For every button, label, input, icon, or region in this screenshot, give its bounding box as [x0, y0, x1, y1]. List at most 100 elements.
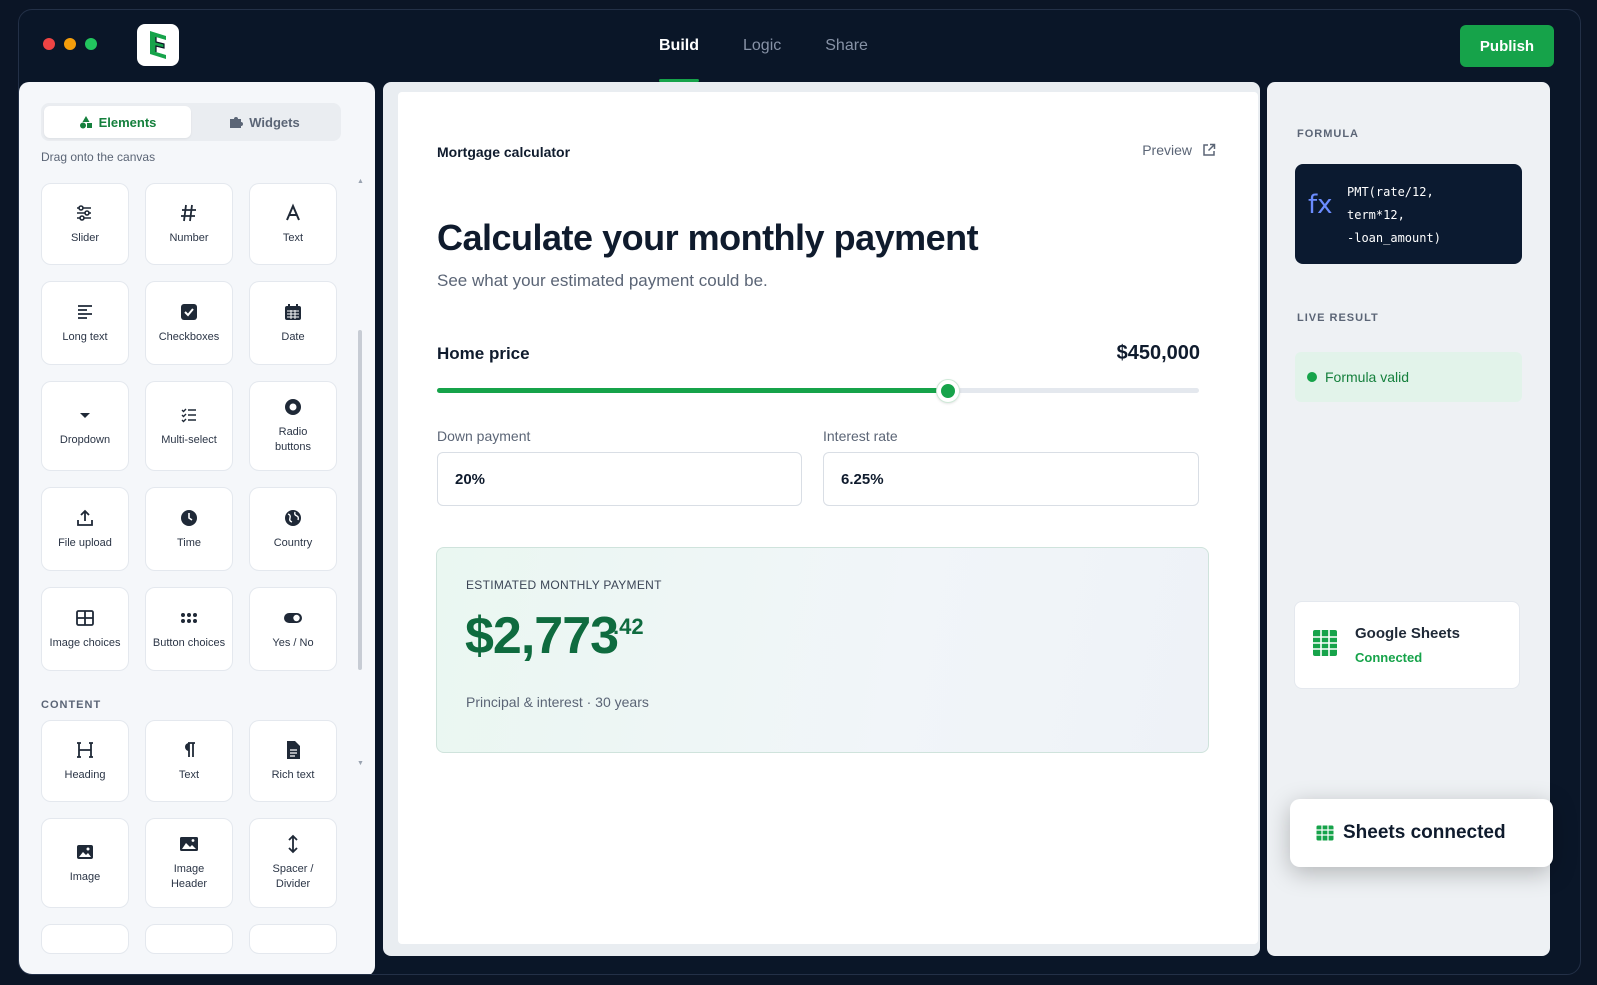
form-name: Mortgage calculator: [437, 144, 571, 160]
element-tile-radio-buttons[interactable]: Radio buttons: [249, 381, 337, 471]
live-result-heading: LIVE RESULT: [1297, 312, 1379, 324]
integration-status: Connected: [1355, 650, 1423, 665]
element-tile-heading[interactable]: Heading: [41, 720, 129, 802]
element-tile-label: Time: [176, 536, 202, 549]
slider-thumb[interactable]: [936, 380, 959, 402]
minimize-window-dot[interactable]: [64, 38, 76, 50]
tab-build[interactable]: Build: [659, 10, 699, 82]
element-tile-multi-select[interactable]: Multi-select: [145, 381, 233, 471]
drag-hint: Drag onto the canvas: [41, 150, 156, 164]
element-tile-label: Spacer / Divider: [272, 863, 314, 890]
logo-icon: [150, 31, 166, 59]
image-header-icon: [179, 834, 199, 854]
element-tile-dropdown[interactable]: Dropdown: [41, 381, 129, 471]
element-tile-label: Button choices: [152, 636, 226, 649]
tab-logic[interactable]: Logic: [743, 10, 781, 82]
element-tile-partial[interactable]: [41, 924, 129, 954]
element-tile-label: Dropdown: [59, 433, 111, 446]
element-tile-label: Number: [169, 231, 209, 244]
scrollbar-thumb[interactable]: [358, 330, 362, 670]
element-tile-label: Radio buttons: [274, 426, 312, 453]
formula-editor[interactable]: fx PMT(rate/12, term*12, -loan_amount): [1295, 164, 1522, 264]
element-tile-text[interactable]: Text: [145, 720, 233, 802]
canvas-area: Mortgage calculator Preview Calculate yo…: [383, 82, 1260, 956]
list-check-icon: [179, 405, 199, 425]
segment-widgets-label: Widgets: [249, 114, 300, 130]
pilcrow-icon: [179, 740, 199, 760]
element-tile-text[interactable]: Text: [249, 183, 337, 265]
element-tile-slider[interactable]: Slider: [41, 183, 129, 265]
element-tile-country[interactable]: Country: [249, 487, 337, 571]
element-tile-image-choices[interactable]: Image choices: [41, 587, 129, 671]
element-tile-label: Multi-select: [161, 433, 217, 446]
spreadsheet-icon: [1316, 825, 1334, 841]
scroll-down-arrow-icon[interactable]: ▼: [357, 760, 364, 767]
result-cents: .42: [613, 614, 644, 639]
element-tile-label: File upload: [58, 536, 112, 549]
fx-icon: fx: [1308, 190, 1333, 220]
elements-sidebar: Elements Widgets Drag onto the canvas Sl…: [19, 82, 375, 974]
element-tile-label: Country: [273, 536, 313, 549]
formula-code[interactable]: PMT(rate/12, term*12, -loan_amount): [1347, 181, 1441, 250]
element-tile-label: Image: [69, 870, 101, 883]
radio-icon: [283, 397, 303, 417]
formula-heading: FORMULA: [1297, 128, 1359, 140]
form-canvas: Mortgage calculator Preview Calculate yo…: [398, 92, 1258, 944]
scroll-up-arrow-icon[interactable]: ▲: [357, 178, 364, 185]
segment-elements-label: Elements: [98, 114, 157, 130]
element-tile-label: Yes / No: [272, 636, 314, 649]
element-tile-image[interactable]: Image: [41, 818, 129, 908]
element-tile-label: Rich text: [271, 768, 315, 781]
close-window-dot[interactable]: [43, 38, 55, 50]
segment-elements[interactable]: Elements: [44, 106, 191, 138]
home-price-slider[interactable]: [437, 380, 1199, 402]
home-price-label: Home price: [437, 344, 530, 363]
element-tile-checkboxes[interactable]: Checkboxes: [145, 281, 233, 365]
element-tile-rich-text[interactable]: Rich text: [249, 720, 337, 802]
element-tile-label: Slider: [70, 231, 100, 244]
segment-widgets[interactable]: Widgets: [191, 106, 338, 138]
result-card: ESTIMATED MONTHLY PAYMENT $2,773 .42 Pri…: [436, 547, 1209, 753]
checkbox-icon: [179, 302, 199, 322]
letter-a-icon: [283, 202, 303, 223]
window-controls: [43, 38, 97, 50]
element-tile-label: Date: [281, 330, 305, 343]
element-tile-label: Heading: [64, 768, 106, 781]
down-payment-input[interactable]: 20%: [437, 452, 802, 506]
element-tile-image-header[interactable]: Image Header: [145, 818, 233, 908]
result-amount: $2,773: [465, 607, 619, 665]
google-sheets-integration-card[interactable]: Google Sheets Connected: [1294, 601, 1520, 689]
publish-button[interactable]: Publish: [1460, 25, 1554, 67]
hash-icon: [179, 203, 199, 223]
app-logo[interactable]: [137, 24, 179, 66]
element-tile-label: Image choices: [49, 636, 121, 649]
calendar-icon: [283, 302, 303, 322]
tab-share[interactable]: Share: [825, 10, 868, 82]
home-price-value: $450,000: [1116, 342, 1200, 364]
main-tabs: Build Logic Share: [659, 10, 868, 82]
element-tile-partial[interactable]: [249, 924, 337, 954]
interest-rate-input[interactable]: 6.25%: [823, 452, 1199, 506]
interest-rate-label: Interest rate: [823, 428, 898, 444]
element-tile-button-choices[interactable]: Button choices: [145, 587, 233, 671]
element-tile-number[interactable]: Number: [145, 183, 233, 265]
element-tile-file-upload[interactable]: File upload: [41, 487, 129, 571]
maximize-window-dot[interactable]: [85, 38, 97, 50]
result-label: ESTIMATED MONTHLY PAYMENT: [466, 578, 662, 592]
align-left-icon: [75, 302, 95, 322]
element-tile-time[interactable]: Time: [145, 487, 233, 571]
element-tile-yes-no[interactable]: Yes / No: [249, 587, 337, 671]
preview-link[interactable]: Preview: [1142, 142, 1216, 158]
clock-icon: [179, 508, 199, 528]
element-tile-spacer-divider[interactable]: Spacer / Divider: [249, 818, 337, 908]
element-tile-long-text[interactable]: Long text: [41, 281, 129, 365]
sheets-connected-toast: Sheets connected: [1290, 799, 1553, 867]
formula-valid-label: Formula valid: [1325, 369, 1410, 385]
element-tile-label: Text: [282, 231, 304, 244]
grid-image-icon: [75, 608, 95, 628]
sidebar-scrollbar[interactable]: ▲ ▼: [357, 178, 364, 772]
puzzle-icon: [230, 117, 244, 128]
preview-label: Preview: [1142, 142, 1192, 158]
element-tile-date[interactable]: Date: [249, 281, 337, 365]
element-tile-partial[interactable]: [145, 924, 233, 954]
